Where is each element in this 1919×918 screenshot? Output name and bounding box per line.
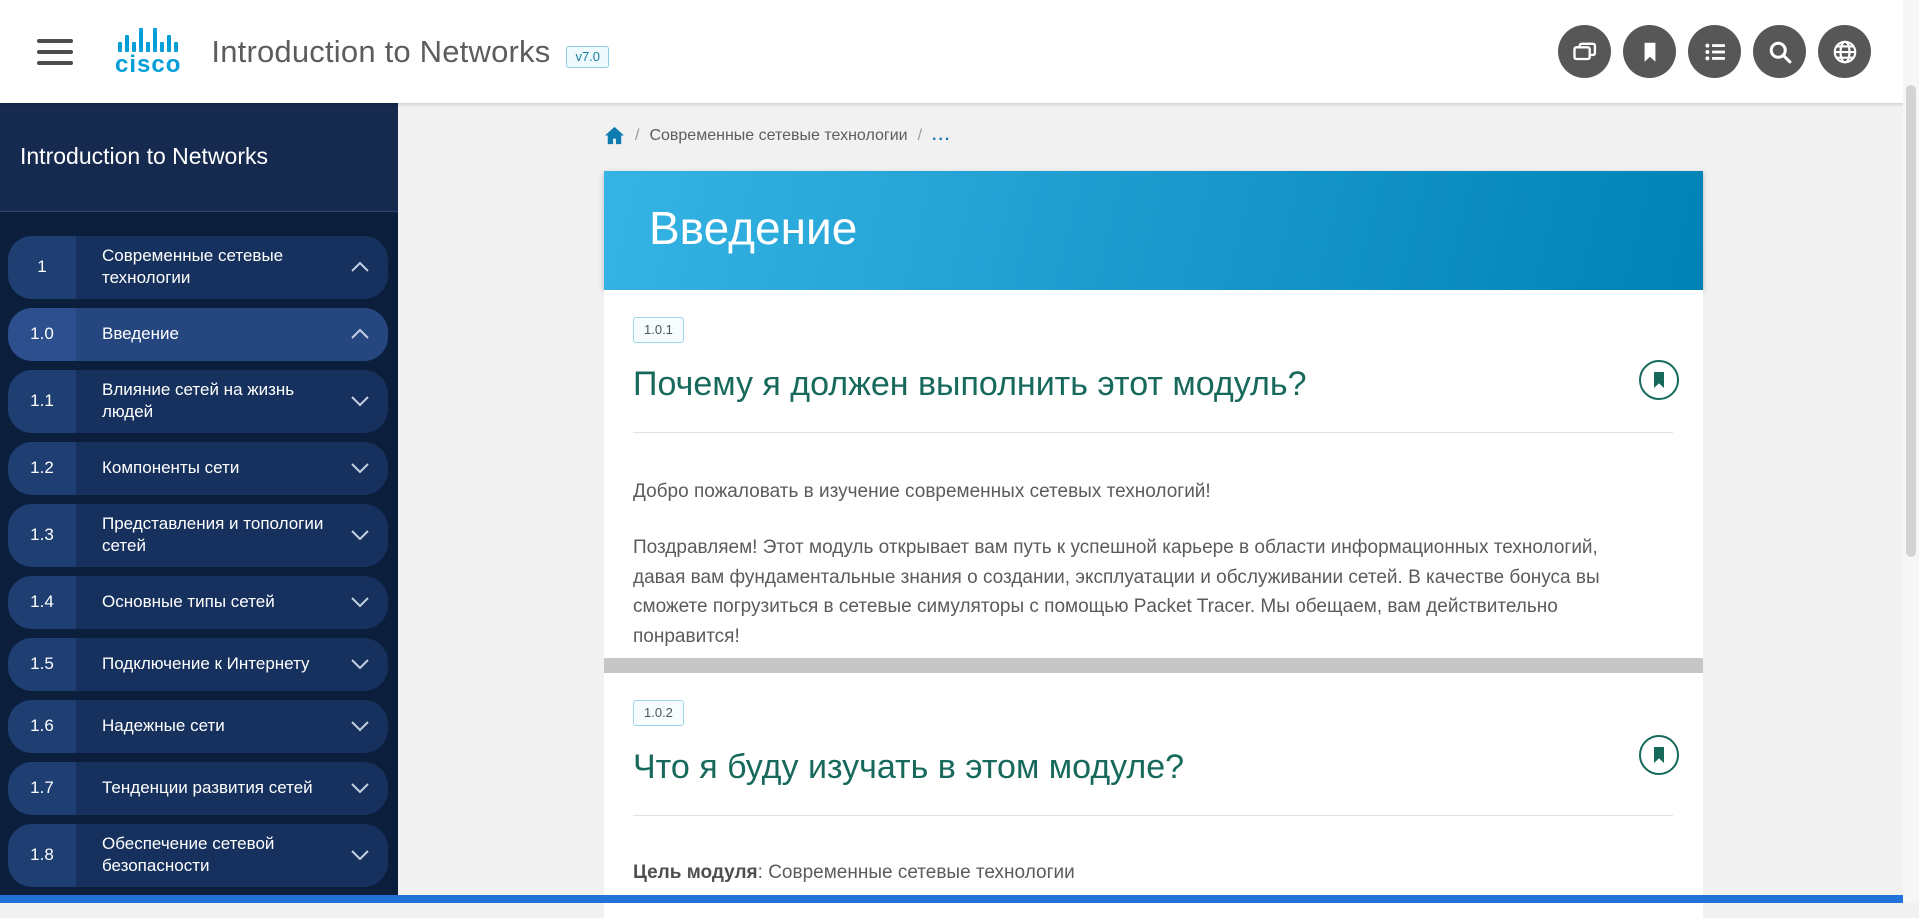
- item-number: 1.1: [8, 370, 76, 433]
- module-goal-label: Цель модуля: [633, 862, 758, 883]
- breadcrumb: / Современные сетевые технологии / ...: [604, 126, 951, 145]
- sidebar-item-1-6[interactable]: 1.6 Надежные сети: [8, 700, 388, 753]
- sidebar-item-1-5[interactable]: 1.5 Подключение к Интернету: [8, 638, 388, 691]
- sidebar-course-title: Introduction to Networks: [0, 103, 398, 212]
- chevron-up-icon[interactable]: [350, 261, 370, 273]
- bookmark-outline-icon[interactable]: [1639, 360, 1679, 400]
- item-number: 1: [8, 236, 76, 299]
- item-number: 1.7: [8, 762, 76, 815]
- chevron-down-icon[interactable]: [350, 462, 370, 474]
- item-number: 1.0: [8, 308, 76, 361]
- breadcrumb-module[interactable]: Современные сетевые технологии: [649, 127, 907, 145]
- chevron-down-icon[interactable]: [350, 720, 370, 732]
- section-heading: Почему я должен выполнить этот модуль?: [633, 365, 1593, 404]
- pages-icon[interactable]: [1558, 25, 1611, 78]
- sidebar-item-1-2[interactable]: 1.2 Компоненты сети: [8, 442, 388, 495]
- item-label: Введение: [102, 323, 350, 345]
- item-label: Надежные сети: [102, 715, 350, 737]
- hamburger-menu-icon[interactable]: [37, 39, 73, 65]
- lesson-card: Введение 1.0.1 Почему я должен выполнить…: [604, 171, 1703, 918]
- bookmark-outline-icon[interactable]: [1639, 735, 1679, 775]
- item-number: 1.2: [8, 442, 76, 495]
- sidebar-item-1-1[interactable]: 1.1 Влияние сетей на жизнь людей: [8, 370, 388, 433]
- cisco-wordmark: cisco: [115, 53, 181, 77]
- item-label: Обеспечение сетевой безопасности: [102, 833, 350, 878]
- vertical-scrollbar[interactable]: [1903, 0, 1919, 903]
- version-badge: v7.0: [566, 46, 609, 68]
- course-title: Introduction to Networks: [211, 34, 550, 70]
- heading-divider: [633, 815, 1673, 816]
- module-nav: 1 Современные сетевые технологии 1.0 Вве…: [0, 212, 398, 887]
- section-number-badge: 1.0.1: [633, 317, 684, 343]
- item-number: 1.6: [8, 700, 76, 753]
- item-label: Влияние сетей на жизнь людей: [102, 379, 350, 424]
- chevron-down-icon[interactable]: [350, 782, 370, 794]
- item-label: Компоненты сети: [102, 457, 350, 479]
- heading-divider: [633, 432, 1673, 433]
- globe-icon[interactable]: [1818, 25, 1871, 78]
- section-heading: Что я буду изучать в этом модуле?: [633, 748, 1593, 787]
- sidebar-item-1[interactable]: 1 Современные сетевые технологии: [8, 236, 388, 299]
- paragraph: Поздравляем! Этот модуль открывает вам п…: [633, 533, 1648, 651]
- breadcrumb-separator: /: [918, 127, 922, 145]
- sidebar-item-1-4[interactable]: 1.4 Основные типы сетей: [8, 576, 388, 629]
- cisco-logo-bars-icon: [118, 26, 178, 52]
- search-icon[interactable]: [1753, 25, 1806, 78]
- item-label: Современные сетевые технологии: [102, 245, 350, 290]
- chevron-down-icon[interactable]: [350, 658, 370, 670]
- module-goal: Цель модуля: Современные сетевые техноло…: [633, 858, 1648, 887]
- cisco-logo: cisco: [115, 26, 181, 77]
- topic-banner-title: Введение: [649, 201, 857, 255]
- sidebar-item-1-7[interactable]: 1.7 Тенденции развития сетей: [8, 762, 388, 815]
- item-label: Тенденции развития сетей: [102, 777, 350, 799]
- topic-banner: Введение: [604, 171, 1703, 290]
- item-number: 1.4: [8, 576, 76, 629]
- header-actions: [1558, 25, 1871, 78]
- list-icon[interactable]: [1688, 25, 1741, 78]
- course-sidebar: Introduction to Networks 1 Современные с…: [0, 103, 398, 903]
- item-label: Представления и топологии сетей: [102, 513, 350, 558]
- chevron-down-icon[interactable]: [350, 395, 370, 407]
- item-number: 1.5: [8, 638, 76, 691]
- bottom-accent-bar: [0, 895, 1903, 903]
- paragraph: Добро пожаловать в изучение современных …: [633, 477, 1648, 506]
- section-divider: [604, 658, 1703, 673]
- item-number: 1.8: [8, 824, 76, 887]
- scrollbar-thumb[interactable]: [1906, 85, 1916, 557]
- bookmark-icon[interactable]: [1623, 25, 1676, 78]
- section-1-0-1: 1.0.1 Почему я должен выполнить этот мод…: [604, 290, 1703, 658]
- app-header: cisco Introduction to Networks v7.0: [0, 0, 1919, 103]
- module-goal-text: : Современные сетевые технологии: [758, 862, 1075, 883]
- sidebar-item-1-8[interactable]: 1.8 Обеспечение сетевой безопасности: [8, 824, 388, 887]
- section-1-0-2: 1.0.2 Что я буду изучать в этом модуле? …: [604, 673, 1703, 918]
- home-icon[interactable]: [604, 126, 625, 145]
- content-area: / Современные сетевые технологии / ... В…: [398, 103, 1903, 903]
- chevron-down-icon[interactable]: [350, 849, 370, 861]
- chevron-down-icon[interactable]: [350, 596, 370, 608]
- breadcrumb-separator: /: [635, 127, 639, 145]
- sidebar-item-1-3[interactable]: 1.3 Представления и топологии сетей: [8, 504, 388, 567]
- item-number: 1.3: [8, 504, 76, 567]
- item-label: Подключение к Интернету: [102, 653, 350, 675]
- breadcrumb-ellipsis[interactable]: ...: [932, 127, 951, 145]
- item-label: Основные типы сетей: [102, 591, 350, 613]
- sidebar-item-1-0[interactable]: 1.0 Введение: [8, 308, 388, 361]
- chevron-up-icon[interactable]: [350, 328, 370, 340]
- chevron-down-icon[interactable]: [350, 529, 370, 541]
- section-number-badge: 1.0.2: [633, 700, 684, 726]
